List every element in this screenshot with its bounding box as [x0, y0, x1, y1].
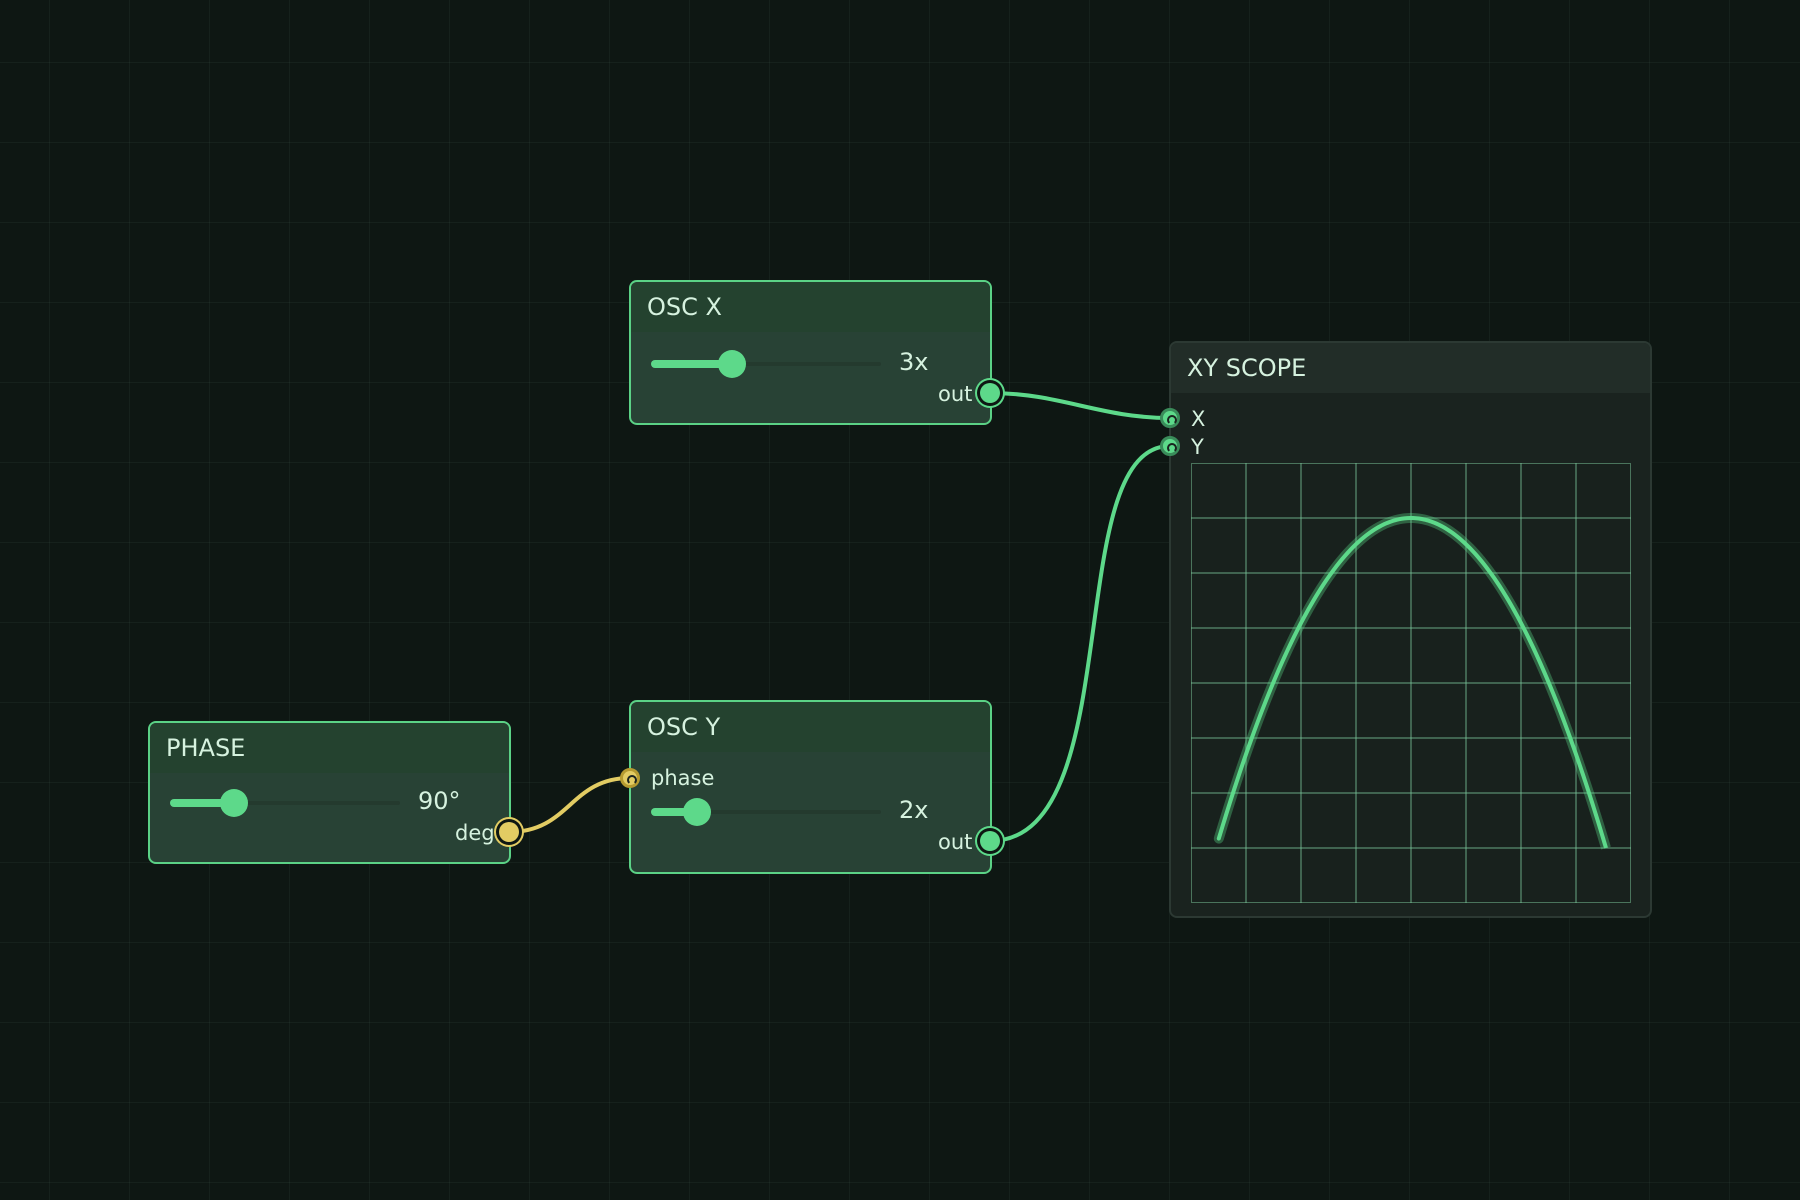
osc-y-phase-in-port[interactable] — [620, 768, 640, 788]
osc-y-header[interactable]: OSC Y — [631, 702, 990, 752]
xy-scope-y-in-port[interactable] — [1160, 436, 1180, 456]
phase-slider-knob[interactable] — [220, 789, 248, 817]
phase-out-label: deg — [455, 821, 495, 845]
osc-y-out-label: out — [938, 830, 973, 854]
wire-phase-to-osc-y[interactable] — [508, 776, 631, 834]
osc-y-node[interactable]: OSC Y phase 2x out — [629, 700, 992, 874]
xy-scope-x-in-port[interactable] — [1160, 408, 1180, 428]
phase-title: PHASE — [166, 734, 246, 762]
phase-degrees-slider[interactable] — [170, 789, 400, 817]
osc-x-title: OSC X — [647, 293, 722, 321]
osc-y-value: 2x — [899, 796, 929, 824]
osc-y-phase-label: phase — [651, 766, 715, 790]
osc-x-value: 3x — [899, 348, 929, 376]
osc-y-out-port[interactable] — [980, 831, 1000, 851]
phase-header[interactable]: PHASE — [150, 723, 509, 773]
osc-x-out-label: out — [938, 382, 973, 406]
osc-x-header[interactable]: OSC X — [631, 282, 990, 332]
phase-deg-out-port[interactable] — [499, 822, 519, 842]
xy-scope-y-label: Y — [1191, 435, 1204, 459]
osc-y-slider-knob[interactable] — [683, 798, 711, 826]
osc-x-slider-knob[interactable] — [718, 350, 746, 378]
osc-x-frequency-slider[interactable] — [651, 350, 881, 378]
xy-scope-header[interactable]: XY SCOPE — [1171, 343, 1650, 393]
phase-value: 90° — [418, 787, 461, 815]
phase-node[interactable]: PHASE 90° deg — [148, 721, 511, 864]
osc-x-node[interactable]: OSC X 3x out — [629, 280, 992, 425]
osc-y-title: OSC Y — [647, 713, 721, 741]
wire-osc-x-to-scope-x[interactable] — [989, 391, 1171, 420]
xy-scope-title: XY SCOPE — [1187, 354, 1307, 382]
xy-scope-display — [1191, 463, 1631, 903]
wire-osc-y-to-scope-y[interactable] — [989, 444, 1171, 843]
xy-scope-x-label: X — [1191, 407, 1206, 431]
osc-y-frequency-slider[interactable] — [651, 798, 881, 826]
xy-scope-node[interactable]: XY SCOPE X Y — [1169, 341, 1652, 918]
osc-x-out-port[interactable] — [980, 383, 1000, 403]
